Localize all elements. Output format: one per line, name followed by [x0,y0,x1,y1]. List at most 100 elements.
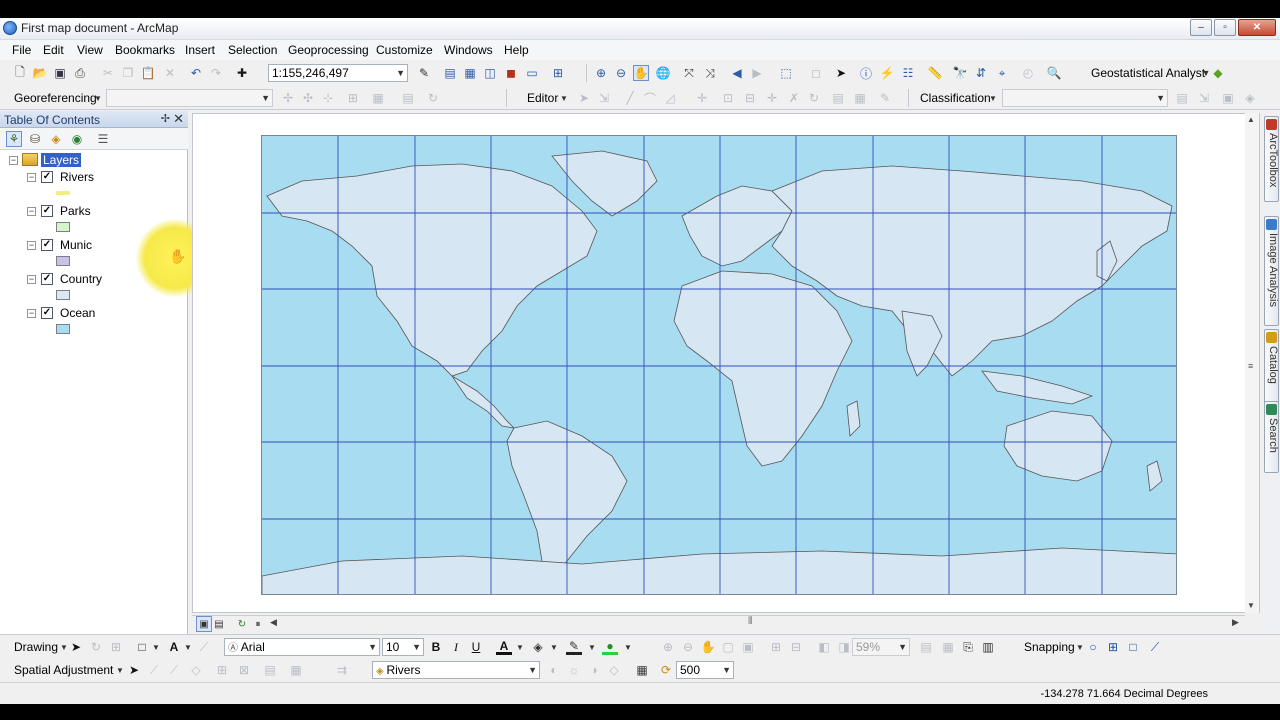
trace-icon[interactable]: ◿ [662,90,678,106]
map-data-frame[interactable] [261,135,1177,595]
geostatistical-wizard-icon[interactable]: ◆ [1210,65,1226,81]
line-color-icon[interactable]: ✎ [566,639,582,655]
point-icon[interactable]: ✛ [694,90,710,106]
scroll-grip-icon[interactable]: ⦀ [748,616,752,627]
undo-icon[interactable]: ↶ [188,65,204,81]
new-displacement-link-icon[interactable]: ⟋ [146,662,162,678]
catalog-window-icon[interactable]: ▦ [462,65,478,81]
classification-layer-combo[interactable]: ▼ [1002,89,1168,107]
chevron-down-icon[interactable]: ▼ [985,90,1001,106]
select-elements-icon[interactable]: ➤ [68,639,84,655]
editor-toolbar-icon[interactable]: ✎ [416,65,432,81]
identify-icon[interactable]: ⓘ [858,65,874,81]
editor-menu[interactable]: Editor [527,91,558,105]
refresh-icon[interactable]: ↻ [234,616,250,632]
collapse-icon[interactable]: − [27,241,36,250]
list-by-source-icon[interactable]: ⛁ [27,131,43,147]
clear-selection-icon[interactable]: ◻ [808,65,824,81]
collapse-icon[interactable]: − [27,309,36,318]
fixed-zoom-in-layout-icon[interactable]: ⊞ [768,639,784,655]
classification-menu[interactable]: Classification [920,91,991,105]
scroll-right-icon[interactable]: ▶ [1232,617,1239,628]
create-viewer-icon[interactable]: 🔍 [1046,65,1062,81]
close-icon[interactable]: ✕ [173,111,184,127]
drawing-menu[interactable]: Drawing [14,640,58,654]
select-elements-icon[interactable]: ➤ [126,662,142,678]
new-identity-link-icon[interactable]: ⊞ [214,662,230,678]
line-symbol-swatch[interactable] [56,191,70,195]
edge-snapping-icon[interactable]: ⟋ [1147,639,1163,655]
html-popup-icon[interactable]: ☷ [900,65,916,81]
delete-icon[interactable]: ✕ [162,65,178,81]
model-builder-icon[interactable]: ⊞ [550,65,566,81]
list-by-visibility-icon[interactable]: ◈ [48,131,64,147]
collapse-icon[interactable]: − [27,207,36,216]
close-button[interactable]: ✕ [1238,19,1276,36]
view-link-table-icon[interactable]: ▦ [370,90,386,106]
go-back-icon[interactable]: ◀ [729,65,745,81]
collapse-icon[interactable]: − [27,173,36,182]
chevron-down-icon[interactable]: ▼ [90,90,106,106]
toggle-draft-icon[interactable]: ▤ [918,639,934,655]
edit-vertices-icon[interactable]: ⟋ [196,639,212,655]
select-features-icon[interactable]: ⬚ [778,65,794,81]
go-back-extent-icon[interactable]: ◧ [816,639,832,655]
menu-selection[interactable]: Selection [228,43,277,57]
fixed-zoom-out-icon[interactable]: ⤨ [702,65,718,81]
rotate-icon[interactable]: ✢ [280,90,296,106]
measure-icon[interactable]: 📏 [927,65,943,81]
python-window-icon[interactable]: ▭ [524,65,540,81]
chevron-down-icon[interactable]: ▼ [180,639,196,655]
visibility-checkbox[interactable]: ✓ [41,307,53,319]
bold-icon[interactable]: B [428,639,444,655]
search-tab[interactable]: Search [1264,401,1279,473]
vertex-snapping-icon[interactable]: □ [1125,639,1141,655]
pause-drawing-icon[interactable]: ⏸ [250,616,266,632]
layout-view[interactable] [192,113,1260,613]
change-layout-icon[interactable]: ⎘ [960,639,976,655]
zoom-100-icon[interactable]: ▣ [740,639,756,655]
menu-edit[interactable]: Edit [43,43,64,57]
time-slider-icon[interactable]: ◴ [1020,65,1036,81]
swipe-icon[interactable]: ◇ [606,662,622,678]
training-sample-icon[interactable]: ▤ [1174,90,1190,106]
select-arrow-icon[interactable]: ➤ [833,65,849,81]
zoom-out-layout-icon[interactable]: ⊖ [680,639,696,655]
edge-match-icon[interactable]: ⇉ [334,662,350,678]
minimize-button[interactable]: – [1190,19,1212,36]
print-icon[interactable]: ⎙ [72,65,88,81]
attributes-icon[interactable]: ▤ [830,90,846,106]
edit-vertices-icon[interactable]: ⊡ [720,90,736,106]
chevron-down-icon[interactable]: ▼ [546,639,562,655]
maximize-button[interactable]: ▫ [1214,19,1236,36]
font-size-combo[interactable]: 10 ▼ [382,638,424,656]
list-by-drawing-order-icon[interactable]: ⚘ [6,131,22,147]
vertical-scrollbar[interactable]: ▲ ≡ ▼ [1245,113,1259,613]
fill-symbol-swatch[interactable] [56,290,70,300]
image-analysis-tab[interactable]: Image Analysis [1264,216,1279,326]
find-route-icon[interactable]: ⇵ [973,65,989,81]
zoom-whole-page-icon[interactable]: ▢ [720,639,736,655]
zoom-out-icon[interactable]: ⊖ [613,65,629,81]
marker-color-icon[interactable]: ● [602,639,618,655]
collapse-icon[interactable]: − [27,275,36,284]
zoom-to-selected-icon[interactable]: ⊞ [108,639,124,655]
scroll-up-icon[interactable]: ▲ [1247,115,1255,124]
catalog-tab[interactable]: Catalog [1264,329,1279,409]
visibility-checkbox[interactable]: ✓ [41,171,53,183]
go-forward-icon[interactable]: ▶ [749,65,765,81]
auto-registration-icon[interactable]: ⊞ [345,90,361,106]
shift-icon[interactable]: ✣ [300,90,316,106]
rotate-view-icon[interactable]: ↻ [425,90,441,106]
split-icon[interactable]: ✗ [786,90,802,106]
point-snapping-icon[interactable]: ○ [1085,639,1101,655]
focus-data-frame-icon[interactable]: ▦ [940,639,956,655]
arctoolbox-icon[interactable]: ◼ [503,65,519,81]
signature-editor-icon[interactable]: ⇲ [1196,90,1212,106]
transparency-icon[interactable]: ◑ [586,662,602,678]
menu-view[interactable]: View [77,43,103,57]
font-color-icon[interactable]: A [496,639,512,655]
italic-icon[interactable]: I [448,639,464,655]
table-of-contents-icon[interactable]: ▤ [442,65,458,81]
menu-file[interactable]: File [12,43,31,57]
